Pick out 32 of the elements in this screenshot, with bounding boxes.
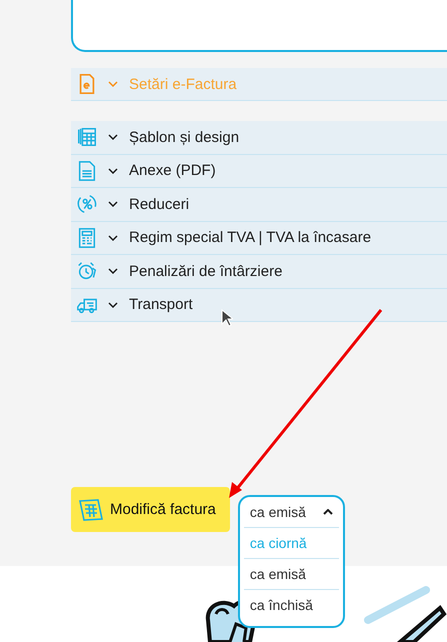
chevron-icon [108,234,118,241]
section-title: Penalizări de întârziere [129,262,282,280]
pdf-file-icon [76,160,98,182]
chevron-icon [108,134,118,140]
settings-section-header[interactable]: Reduceri [71,188,447,222]
modify-invoice-button[interactable]: Modifică factura [71,487,230,532]
chevron-icon [108,201,118,208]
calculator-icon [76,226,98,249]
dropdown-option[interactable]: ca închisă [244,590,339,620]
settings-section-header[interactable]: Regim special TVA | TVA la încasare [71,222,447,255]
settings-section-header[interactable]: Penalizări de întârziere [71,255,447,288]
chevron-icon [108,268,118,274]
section-title: Șablon și design [129,128,240,146]
section-title: Regim special TVA | TVA la încasare [129,229,372,246]
settings-section-header[interactable]: Transport [71,288,447,322]
settings-section-header[interactable]: Anexe (PDF) [71,154,447,188]
mouse-cursor-icon [221,309,233,327]
caret-icon [322,509,333,515]
section-title: Anexe (PDF) [129,162,216,180]
invoice-icon [78,498,104,522]
chevron-icon [108,81,118,87]
section-title: Reduceri [129,196,190,213]
status-dropdown[interactable]: ca emisă ca ciornă ca emisă ca închisă [238,495,345,628]
dropdown-value: ca emisă [250,504,306,520]
spreadsheet-icon [76,126,98,148]
section-title: Setări e-Factura [129,76,237,92]
section-title: Transport [129,296,193,314]
percent-icon [76,193,98,216]
settings-section-header[interactable]: Șablon și design [71,121,447,154]
dropdown-option[interactable]: ca emisă [244,559,339,590]
chevron-icon [108,168,118,174]
chevron-icon [108,302,118,308]
